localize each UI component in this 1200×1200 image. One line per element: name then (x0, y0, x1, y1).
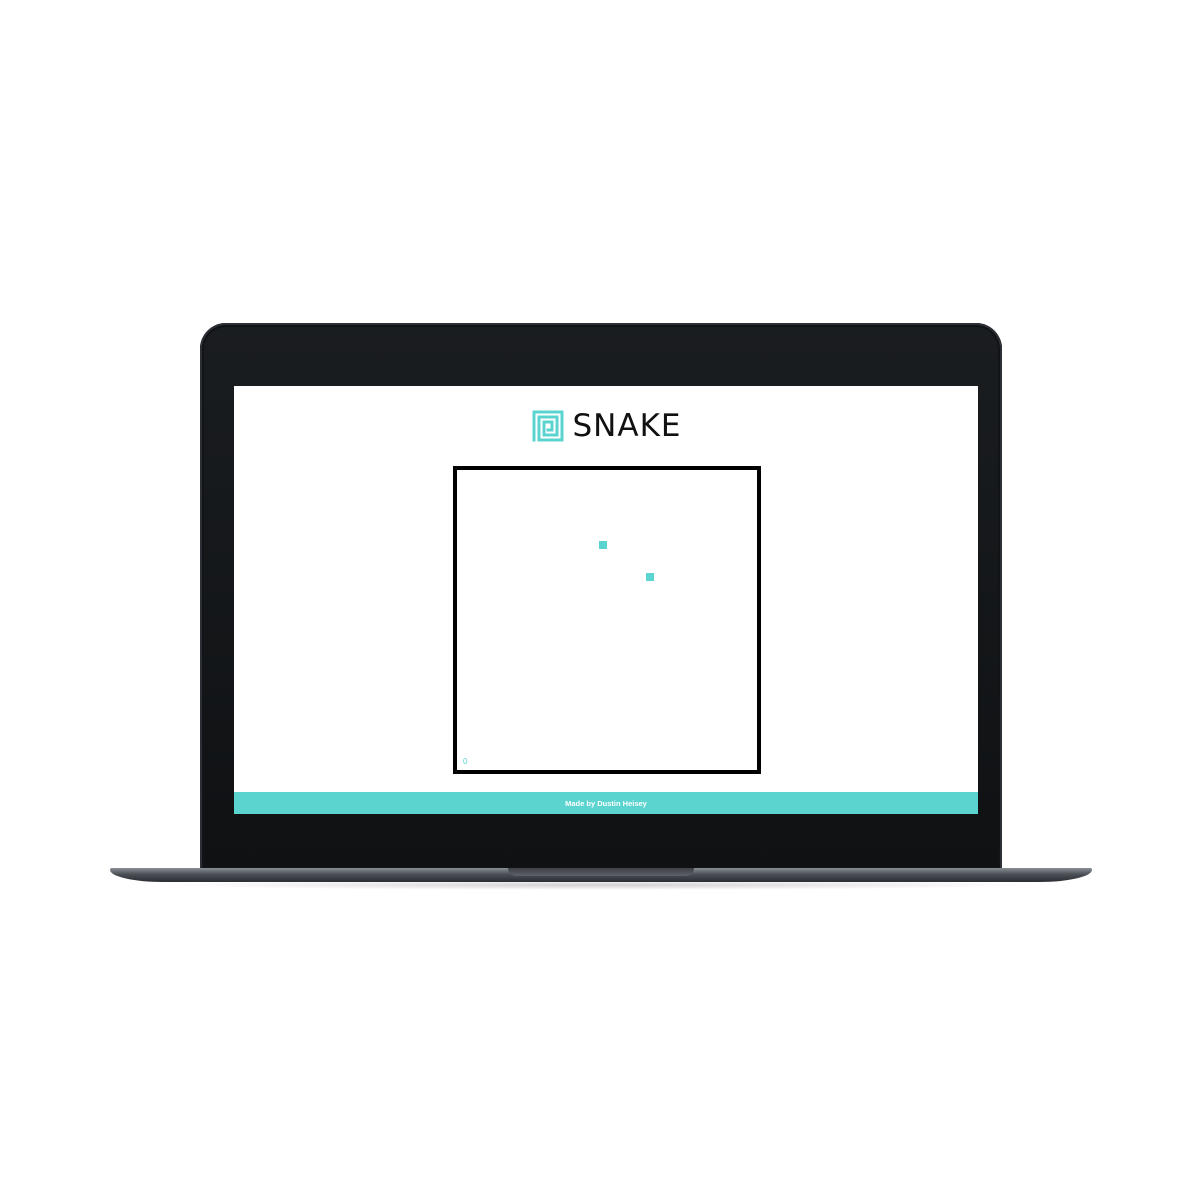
footer-credit: Made by Dustin Heisey (565, 798, 647, 808)
food-pellet (646, 572, 655, 581)
spiral-square-icon (532, 410, 563, 442)
footer-bar: Made by Dustin Heisey (234, 792, 978, 814)
laptop-screen: SNAKE 0 Made by Dustin Heisey (234, 386, 978, 814)
score-counter: 0 (463, 757, 468, 766)
app-header: SNAKE (234, 404, 978, 448)
snake-segment (599, 541, 608, 550)
game-board[interactable]: 0 (453, 466, 761, 774)
mockup-stage: SNAKE 0 Made by Dustin Heisey (0, 0, 1200, 1200)
app-title: SNAKE (572, 408, 682, 444)
laptop-notch (508, 868, 694, 876)
